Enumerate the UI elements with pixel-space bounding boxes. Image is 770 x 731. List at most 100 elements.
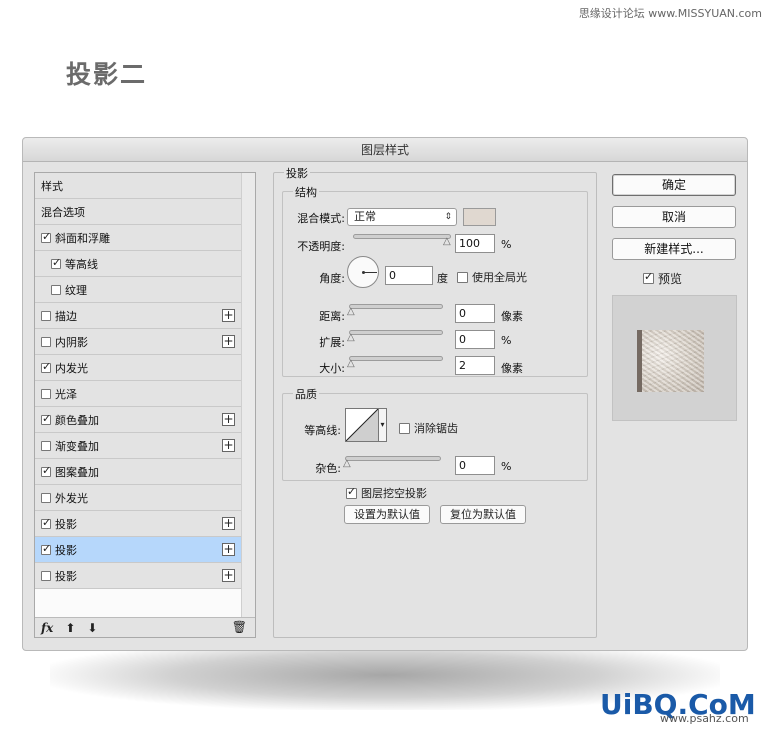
opacity-slider[interactable] [353, 234, 451, 239]
style-list-item[interactable]: 图案叠加 [35, 459, 241, 485]
anti-alias-box[interactable] [399, 422, 410, 434]
knockout-checkbox[interactable]: 图层挖空投影 [346, 485, 427, 501]
add-effect-icon[interactable]: + [222, 413, 235, 426]
size-slider-thumb[interactable]: △ [347, 358, 355, 369]
blend-mode-label: 混合模式: [297, 212, 345, 225]
style-list-item[interactable]: 渐变叠加 + [35, 433, 241, 459]
new-style-button[interactable]: 新建样式... [612, 238, 736, 260]
spread-label: 扩展: [319, 336, 345, 349]
style-list-item-label: 颜色叠加 [55, 413, 99, 427]
arrow-up-icon[interactable]: ⬆ [65, 621, 75, 635]
style-list-item[interactable]: 描边 + [35, 303, 241, 329]
style-checkbox[interactable] [41, 388, 51, 399]
style-list-item[interactable]: 投影 + [35, 511, 241, 537]
style-list-item-label: 描边 [55, 309, 77, 323]
shadow-color-swatch[interactable] [463, 208, 496, 226]
cancel-button[interactable]: 取消 [612, 206, 736, 228]
style-list-item-label: 投影 [55, 517, 77, 531]
style-list-item-label: 等高线 [65, 257, 98, 271]
global-light-label: 使用全局光 [472, 271, 527, 284]
noise-input[interactable]: 0 [455, 456, 495, 475]
preview-fur-texture [642, 330, 704, 392]
add-effect-icon[interactable]: + [222, 439, 235, 452]
style-list-item[interactable]: 光泽 [35, 381, 241, 407]
distance-input[interactable]: 0 [455, 304, 495, 323]
select-arrows-icon: ⇕ [444, 212, 452, 222]
style-list-item[interactable]: 纹理 [35, 277, 241, 303]
size-input[interactable]: 2 [455, 356, 495, 375]
style-checkbox[interactable] [41, 570, 51, 581]
anti-alias-checkbox[interactable]: 消除锯齿 [399, 420, 458, 436]
drop-shadow-section-title: 投影 [284, 165, 310, 181]
fx-icon[interactable]: fx [41, 621, 53, 635]
knockout-label: 图层挖空投影 [361, 487, 427, 500]
size-slider[interactable] [349, 356, 443, 361]
style-list-item[interactable]: 颜色叠加 + [35, 407, 241, 433]
angle-input[interactable]: 0 [385, 266, 433, 285]
style-checkbox[interactable] [41, 492, 51, 503]
distance-unit: 像素 [501, 310, 523, 323]
trash-icon[interactable]: 🗑 [232, 620, 247, 634]
style-checkbox[interactable] [41, 464, 51, 477]
style-checkbox[interactable] [41, 516, 51, 529]
contour-dropdown-icon[interactable]: ▾ [379, 408, 387, 442]
style-list-scrollbar[interactable] [241, 173, 255, 619]
opacity-slider-thumb[interactable]: △ [443, 236, 451, 247]
style-checkbox[interactable] [41, 310, 51, 321]
preview-checkbox[interactable]: 预览 [643, 270, 682, 287]
style-list-item[interactable]: 内阴影 + [35, 329, 241, 355]
blend-mode-value: 正常 [354, 210, 376, 223]
style-list-item[interactable]: 等高线 [35, 251, 241, 277]
ok-button[interactable]: 确定 [612, 174, 736, 196]
style-list-item[interactable]: 投影 + [35, 563, 241, 589]
preview-thumbnail [612, 295, 737, 421]
blend-mode-select[interactable]: 正常 ⇕ [347, 208, 457, 226]
style-list-item-label: 光泽 [55, 387, 77, 401]
style-checkbox[interactable] [51, 284, 61, 295]
opacity-label: 不透明度: [297, 240, 345, 253]
style-checkbox[interactable] [41, 336, 51, 347]
opacity-input[interactable]: 100 [455, 234, 495, 253]
distance-slider[interactable] [349, 304, 443, 309]
site-logo-url: www.psahz.com [660, 712, 749, 725]
add-effect-icon[interactable]: + [222, 309, 235, 322]
style-checkbox[interactable] [41, 360, 51, 373]
preview-label: 预览 [658, 272, 683, 286]
style-list-item[interactable]: 样式 [35, 173, 241, 199]
arrow-down-icon[interactable]: ⬇ [87, 621, 97, 635]
set-default-button[interactable]: 设置为默认值 [344, 505, 430, 524]
add-effect-icon[interactable]: + [222, 517, 235, 530]
style-list-item[interactable]: 混合选项 [35, 199, 241, 225]
style-checkbox[interactable] [41, 412, 51, 425]
contour-picker[interactable] [345, 408, 379, 442]
style-checkbox[interactable] [41, 542, 51, 555]
add-effect-icon[interactable]: + [222, 569, 235, 582]
global-light-checkbox[interactable]: 使用全局光 [457, 269, 527, 285]
spread-unit: % [501, 334, 512, 347]
style-checkbox[interactable] [51, 256, 61, 269]
noise-slider-thumb[interactable]: △ [343, 458, 351, 469]
spread-slider-thumb[interactable]: △ [347, 332, 355, 343]
preview-box[interactable] [643, 270, 654, 284]
distance-slider-thumb[interactable]: △ [347, 306, 355, 317]
noise-slider[interactable] [345, 456, 441, 461]
knockout-box[interactable] [346, 485, 357, 499]
spread-input[interactable]: 0 [455, 330, 495, 349]
style-list-item[interactable]: 内发光 [35, 355, 241, 381]
style-list-item[interactable]: 斜面和浮雕 [35, 225, 241, 251]
contour-curve-icon [345, 408, 379, 442]
style-list-item-label: 内发光 [55, 361, 88, 375]
add-effect-icon[interactable]: + [222, 543, 235, 556]
add-effect-icon[interactable]: + [222, 335, 235, 348]
style-list-toolbar: fx ⬆ ⬇ 🗑 [35, 617, 255, 637]
style-list-item[interactable]: 投影 + [35, 537, 241, 563]
spread-slider[interactable] [349, 330, 443, 335]
reset-default-button[interactable]: 复位为默认值 [440, 505, 526, 524]
style-list-item-label: 渐变叠加 [55, 439, 99, 453]
style-list-item[interactable]: 外发光 [35, 485, 241, 511]
global-light-box[interactable] [457, 271, 468, 283]
style-checkbox[interactable] [41, 230, 51, 243]
dialog-titlebar[interactable]: 图层样式 [23, 138, 747, 162]
angle-dial[interactable] [347, 256, 379, 288]
style-checkbox[interactable] [41, 440, 51, 451]
